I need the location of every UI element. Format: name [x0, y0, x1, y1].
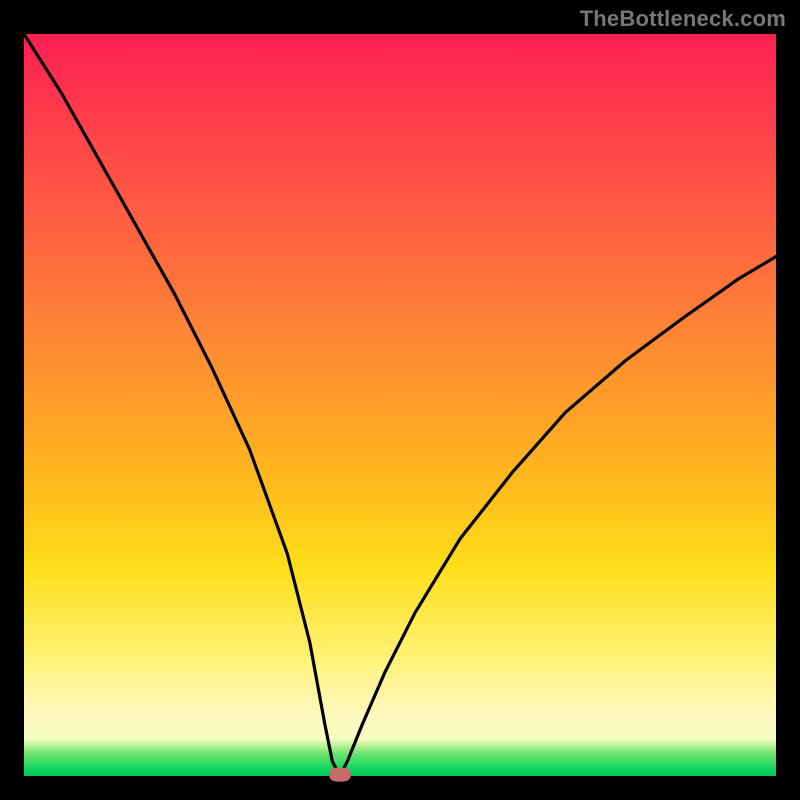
watermark-text: TheBottleneck.com: [580, 6, 786, 32]
plot-area: [24, 34, 776, 776]
bottleneck-curve: [24, 34, 776, 776]
chart-frame: TheBottleneck.com: [0, 0, 800, 800]
optimum-marker: [329, 768, 351, 782]
